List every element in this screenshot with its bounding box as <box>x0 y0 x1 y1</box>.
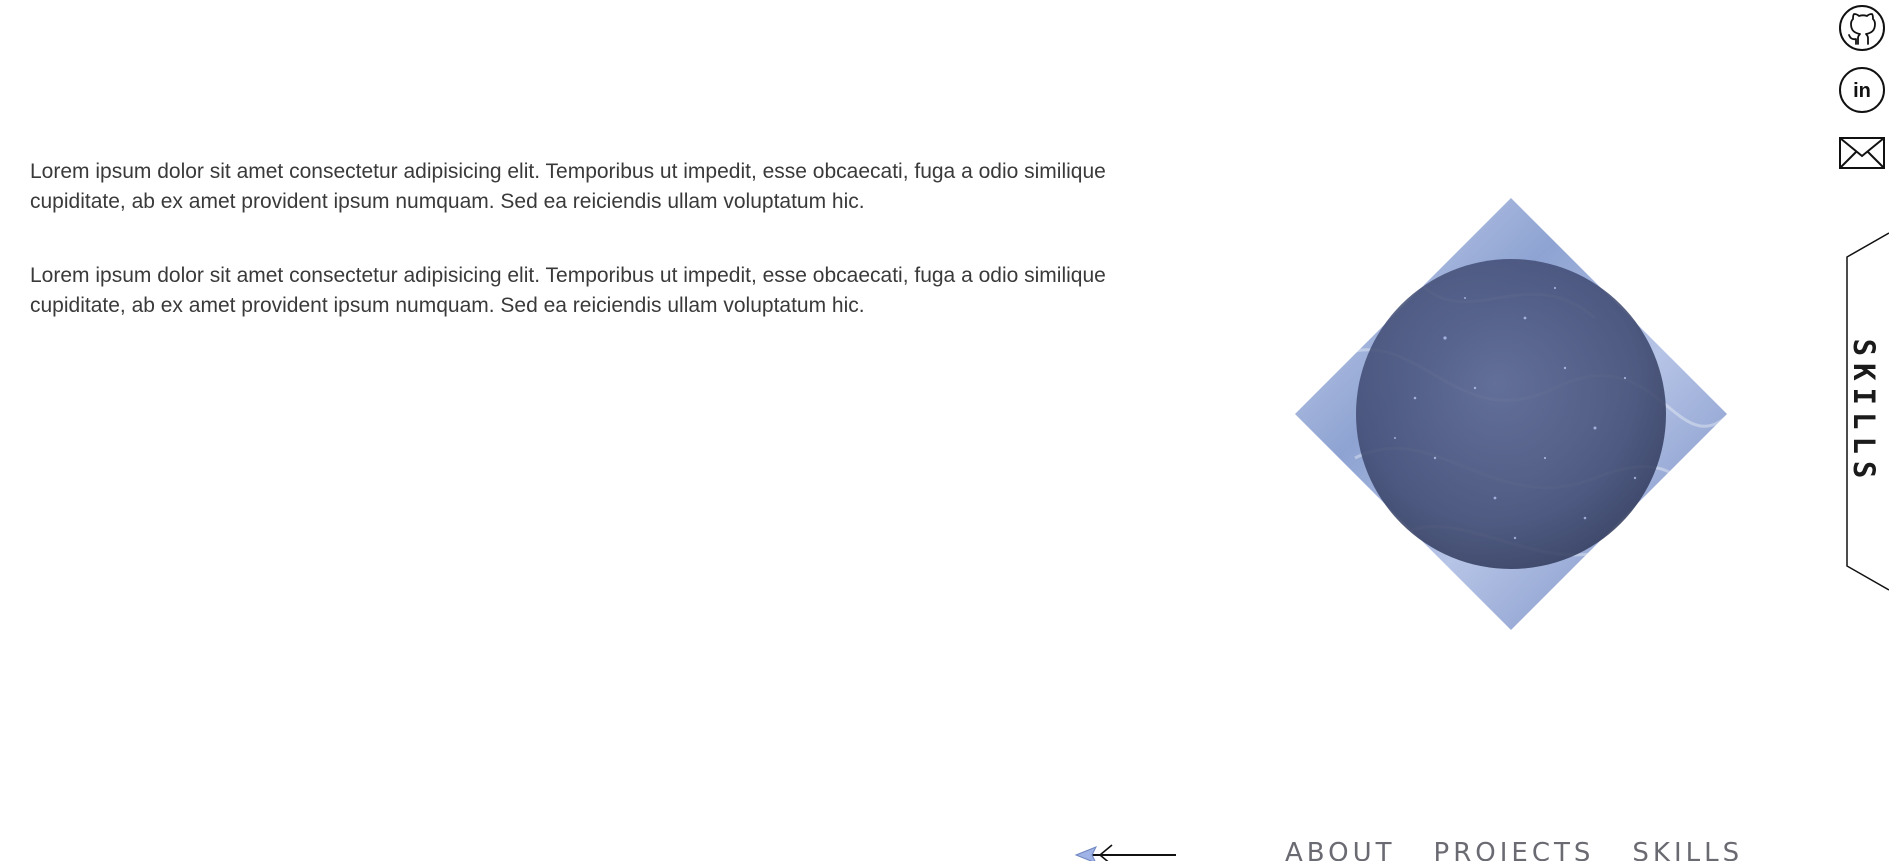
mail-icon[interactable] <box>1838 128 1886 176</box>
nav-link-about[interactable]: ABOUT <box>1285 836 1396 861</box>
paragraph: Lorem ipsum dolor sit amet consectetur a… <box>30 160 1106 213</box>
github-icon[interactable] <box>1838 4 1886 52</box>
side-tab-label: SKILLS <box>1847 338 1881 485</box>
nav-link-projects[interactable]: PROJECTS <box>1434 836 1595 861</box>
arrow-left-icon <box>1074 844 1176 861</box>
hero-artwork <box>1295 198 1727 630</box>
bottom-nav: ABOUT PROJECTS SKILLS <box>1285 836 1743 861</box>
paragraph: Lorem ipsum dolor sit amet consectetur a… <box>30 264 1106 317</box>
nav-link-skills[interactable]: SKILLS <box>1632 836 1743 861</box>
back-button[interactable] <box>1074 840 1178 861</box>
skills-side-tab[interactable]: SKILLS <box>1839 228 1889 595</box>
intro-text: Lorem ipsum dolor sit amet consectetur a… <box>30 157 1140 365</box>
svg-text:in: in <box>1853 80 1871 102</box>
linkedin-icon[interactable]: in <box>1838 66 1886 114</box>
diamond-orb-illustration <box>1295 198 1727 630</box>
